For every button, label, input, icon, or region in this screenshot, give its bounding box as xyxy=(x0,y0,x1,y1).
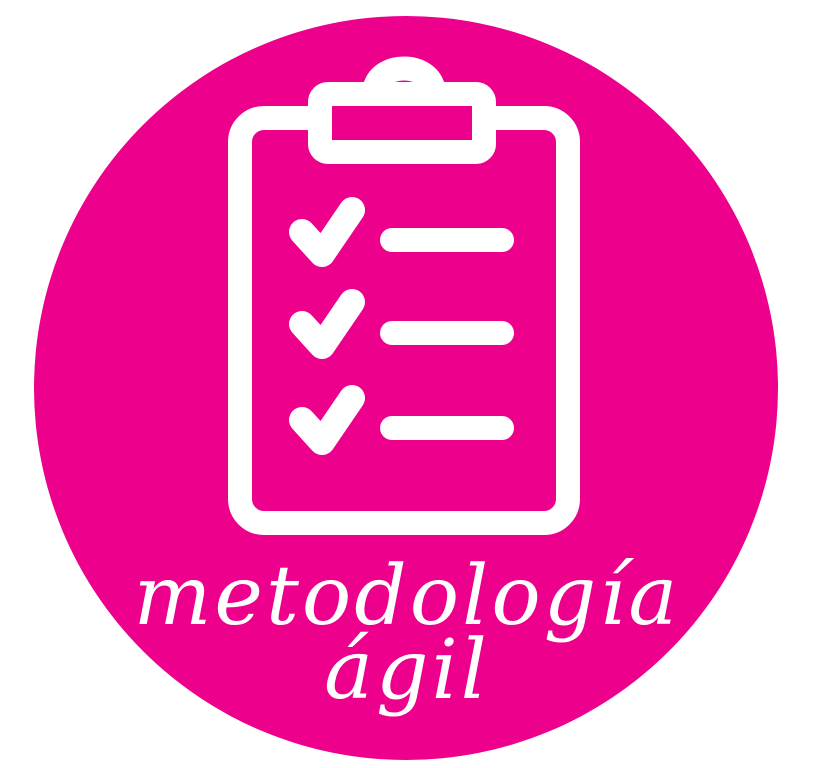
clipboard-clip xyxy=(308,82,496,164)
agile-methodology-badge: metodología ágil xyxy=(0,0,814,768)
caption-line-agil: ágil xyxy=(324,623,490,718)
